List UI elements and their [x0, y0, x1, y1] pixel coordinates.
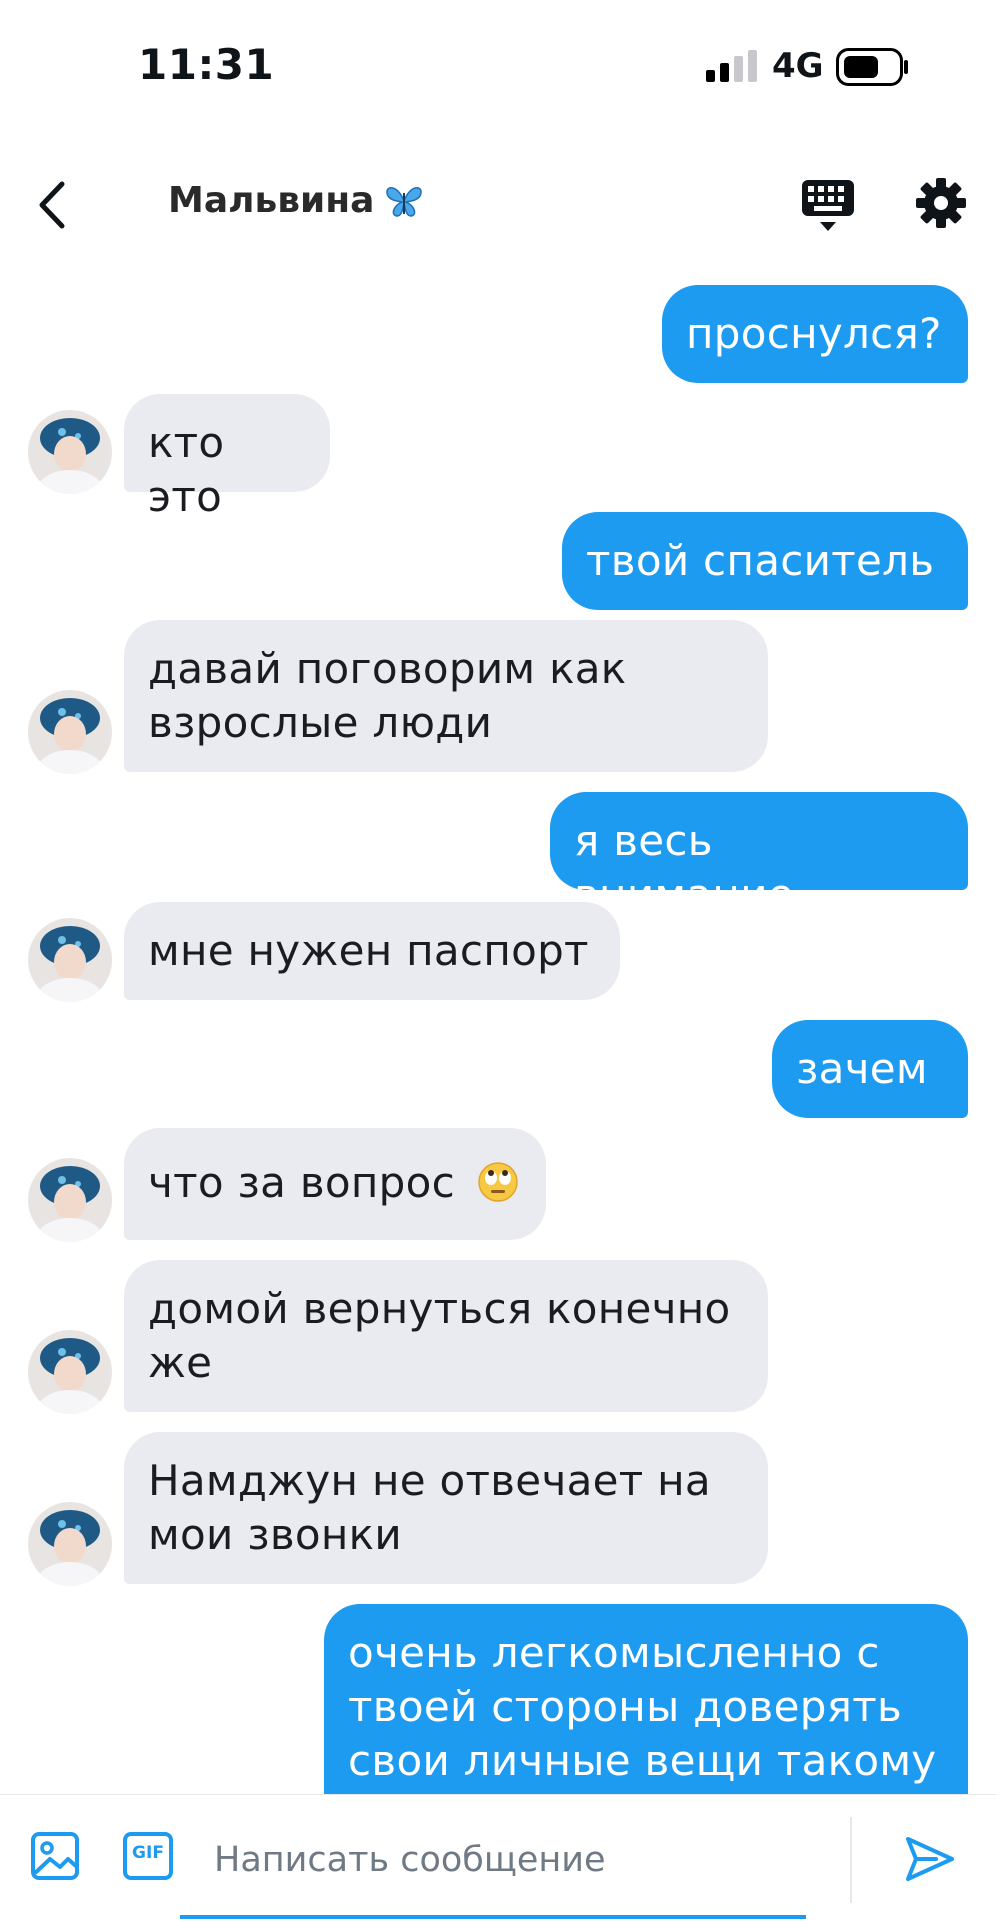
message-text: зачем: [796, 1044, 928, 1093]
message-text: что за вопрос: [148, 1158, 456, 1207]
avatar[interactable]: [28, 410, 112, 494]
avatar[interactable]: [28, 1158, 112, 1242]
network-type: 4G: [772, 46, 824, 86]
message-text: твой спаситель: [586, 536, 935, 585]
message-text: Намджун не отвечает на мои звонки: [148, 1456, 711, 1559]
gear-icon[interactable]: [914, 176, 968, 230]
message-text: домой вернуться конечно же: [148, 1284, 731, 1387]
avatar[interactable]: [28, 690, 112, 774]
message-bubble-incoming[interactable]: давай поговорим как взрослые люди: [124, 620, 768, 772]
message-text: очень легкомысленно с твоей стороны дове…: [348, 1628, 937, 1785]
avatar[interactable]: [28, 918, 112, 1002]
chat-header: Мальвина: [0, 160, 996, 250]
chat-title-text: Мальвина: [168, 180, 375, 221]
avatar[interactable]: [28, 1330, 112, 1414]
status-time: 11:31: [138, 40, 275, 89]
composer-divider: [850, 1817, 852, 1903]
message-bubble-incoming[interactable]: кто это: [124, 394, 330, 521]
message-text: я весь внимание: [574, 816, 794, 919]
status-bar: 11:31 4G: [0, 0, 996, 130]
message-bubble-incoming[interactable]: Намджун не отвечает на мои звонки: [124, 1432, 768, 1584]
butterfly-icon: [386, 186, 423, 217]
keyboard-icon[interactable]: [800, 176, 856, 236]
message-bubble-incoming[interactable]: мне нужен паспорт: [124, 902, 620, 1000]
chat-title: Мальвина: [168, 180, 424, 221]
battery-icon: [836, 48, 908, 86]
input-focus-underline: [180, 1915, 806, 1919]
gif-button[interactable]: GIF: [122, 1831, 174, 1881]
signal-strength-icon: [706, 50, 757, 82]
image-icon[interactable]: [30, 1831, 80, 1881]
message-text: давай поговорим как взрослые люди: [148, 644, 627, 747]
message-bubble-incoming[interactable]: что за вопрос: [124, 1128, 546, 1240]
message-text: проснулся?: [686, 309, 942, 358]
message-bubble-incoming[interactable]: домой вернуться конечно же: [124, 1260, 768, 1412]
send-icon[interactable]: [902, 1831, 958, 1887]
message-bubble-outgoing[interactable]: зачем: [772, 1020, 968, 1118]
message-text: мне нужен паспорт: [148, 926, 589, 975]
message-bubble-outgoing[interactable]: проснулся?: [662, 285, 968, 383]
back-button[interactable]: [30, 170, 80, 240]
message-composer: GIF: [0, 1794, 996, 1921]
message-bubble-outgoing[interactable]: твой спаситель: [562, 512, 968, 610]
avatar[interactable]: [28, 1502, 112, 1586]
message-input[interactable]: [204, 1825, 804, 1895]
gif-label: GIF: [132, 1843, 164, 1863]
message-bubble-outgoing[interactable]: я весь внимание: [550, 792, 968, 919]
rolling-eyes-emoji-icon: [477, 1162, 518, 1202]
message-text: кто это: [148, 418, 225, 521]
